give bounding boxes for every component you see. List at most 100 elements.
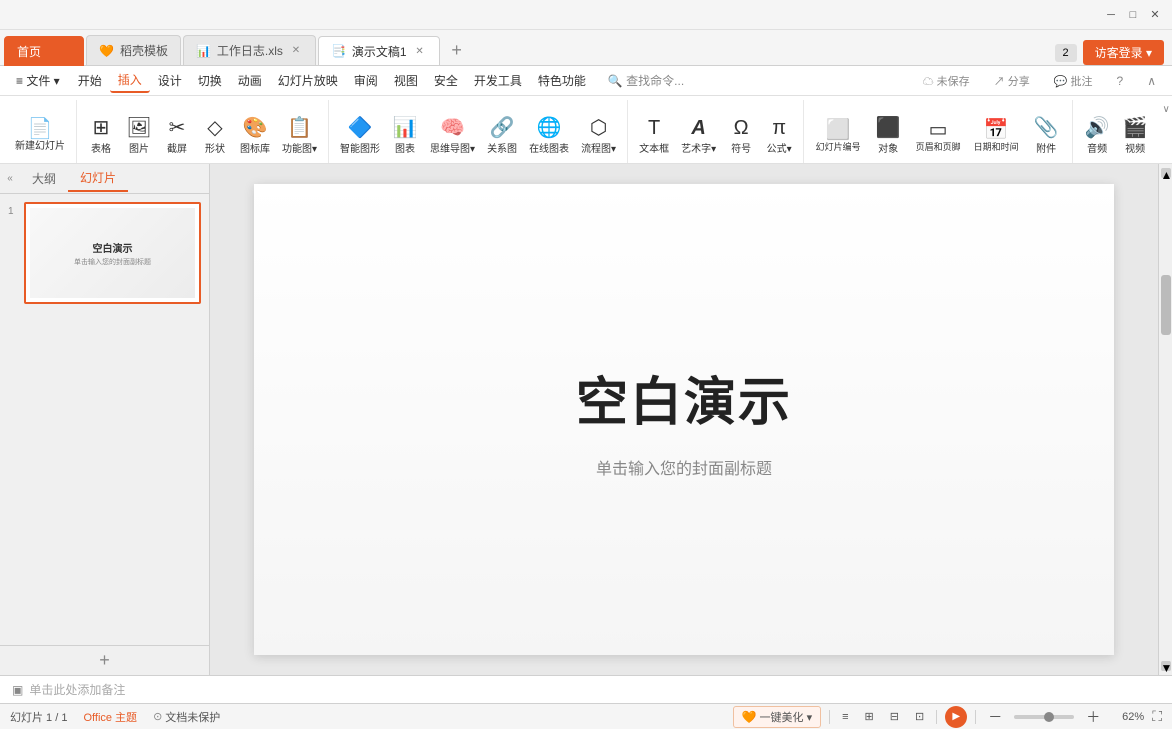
ribbon-icon-lib[interactable]: 🎨 图标库: [235, 109, 275, 163]
play-button[interactable]: ▶: [945, 706, 967, 728]
tab-present[interactable]: 📑 演示文稿1 ✕: [318, 36, 440, 66]
icon-lib-icon: 🎨: [243, 118, 268, 138]
scroll-thumb[interactable]: [1161, 275, 1171, 335]
new-slide-icon: 📄: [28, 119, 53, 139]
maximize-button[interactable]: □: [1124, 6, 1142, 24]
slide-item-1[interactable]: 1 空白演示 单击输入您的封面副标题: [24, 202, 201, 312]
menu-start[interactable]: 开始: [70, 69, 110, 92]
ribbon-video-label: 视频: [1125, 140, 1145, 155]
ribbon-new-slide[interactable]: 📄 新建幻灯片: [10, 109, 70, 163]
menu-help[interactable]: ?: [1109, 71, 1132, 91]
tab-template-icon: 🧡: [99, 44, 114, 58]
menu-collapse[interactable]: ∧: [1139, 71, 1164, 91]
status-bar: 幻灯片 1 / 1 Office 主题 ⊙ 文档未保护 🧡 一键美化 ▾ ≡ ⊞…: [0, 703, 1172, 729]
ribbon-screenshot-label: 截屏: [167, 140, 187, 155]
ribbon-text-box[interactable]: T 文本框: [634, 109, 674, 163]
scroll-track[interactable]: [1159, 178, 1172, 661]
panel-collapse-btn[interactable]: «: [0, 169, 20, 189]
text-box-icon: T: [648, 118, 660, 138]
ribbon-video[interactable]: 🎬 视频: [1117, 109, 1153, 163]
layout-grid2-btn[interactable]: ⊟: [886, 709, 903, 724]
menu-security[interactable]: 安全: [426, 69, 466, 92]
ribbon-date-time[interactable]: 📅 日期和时间: [968, 109, 1024, 163]
close-button[interactable]: ✕: [1146, 6, 1164, 24]
menu-search[interactable]: 🔍 查找命令...: [600, 69, 692, 92]
ribbon-screenshot[interactable]: ✂ 截屏: [159, 109, 195, 163]
online-chart-icon: 🌐: [537, 118, 562, 138]
object-icon: ⬛: [876, 118, 901, 138]
slide-thumb-1[interactable]: 空白演示 单击输入您的封面副标题: [24, 202, 201, 304]
menu-view[interactable]: 视图: [386, 69, 426, 92]
menu-comment[interactable]: 💬 批注: [1046, 70, 1101, 92]
tab-excel[interactable]: 📊 工作日志.xls ✕: [183, 35, 316, 65]
ribbon-attachment[interactable]: 📎 附件: [1026, 109, 1066, 163]
ribbon-object[interactable]: ⬛ 对象: [868, 109, 908, 163]
screenshot-icon: ✂: [169, 118, 186, 138]
ribbon-online-chart[interactable]: 🌐 在线图表: [524, 109, 574, 163]
login-button[interactable]: 访客登录 ▾: [1083, 40, 1164, 65]
notification-button[interactable]: 2: [1055, 44, 1077, 62]
slide-panel-tabs: « 大纲 幻灯片: [0, 164, 209, 194]
security-area[interactable]: ⊙ 文档未保护: [153, 709, 220, 725]
tab-present-label: 演示文稿1: [352, 43, 407, 60]
menu-insert[interactable]: 插入: [110, 68, 150, 93]
minimize-button[interactable]: ─: [1102, 6, 1120, 24]
layout-grid3-btn[interactable]: ⊡: [911, 709, 928, 724]
add-slide-button[interactable]: +: [0, 645, 209, 675]
menu-share[interactable]: ↗ 分享: [986, 70, 1038, 92]
ribbon-art-text[interactable]: A 艺术字▾: [676, 109, 721, 163]
ribbon-mind-map[interactable]: 🧠 思维导图▾: [425, 109, 480, 163]
menu-design[interactable]: 设计: [150, 69, 190, 92]
menu-special[interactable]: 特色功能: [530, 69, 594, 92]
ribbon-chart[interactable]: 📊 图表: [387, 109, 423, 163]
zoom-thumb[interactable]: [1044, 712, 1054, 722]
beautify-btn[interactable]: 🧡 一键美化 ▾: [733, 706, 822, 728]
date-time-icon: 📅: [984, 120, 1009, 140]
zoom-plus[interactable]: ＋: [1082, 706, 1104, 728]
scroll-down-btn[interactable]: ▼: [1161, 661, 1171, 671]
ribbon-image[interactable]: 🖼 图片: [121, 109, 157, 163]
ribbon-audio[interactable]: 🔊 音频: [1079, 109, 1115, 163]
notes-bar[interactable]: ▣ 单击此处添加备注: [0, 675, 1172, 703]
menu-file[interactable]: ≡ 文件 ▾: [8, 69, 68, 92]
tab-add-button[interactable]: +: [442, 35, 472, 65]
ribbon-slide-num[interactable]: ⬜ 幻灯片编号: [810, 109, 866, 163]
main-area: « 大纲 幻灯片 1 空白演示 单击输入您的封面副标题 + 空白演示 单击输入您…: [0, 164, 1172, 675]
zoom-minus[interactable]: －: [984, 706, 1006, 728]
tab-present-close[interactable]: ✕: [413, 44, 427, 58]
tab-template[interactable]: 🧡 稻壳模板: [86, 35, 181, 65]
tab-home[interactable]: 首页: [4, 36, 84, 66]
tab-excel-close[interactable]: ✕: [289, 44, 303, 58]
layout-grid1-btn[interactable]: ⊞: [861, 709, 878, 724]
ribbon-flow-chart[interactable]: ⬡ 流程图▾: [576, 109, 621, 163]
scroll-up-btn[interactable]: ▲: [1161, 168, 1171, 178]
status-divider-2: [936, 710, 937, 724]
menu-save-status[interactable]: ☁ 未保存: [915, 70, 978, 92]
slide-preview-sub-1: 单击输入您的封面副标题: [74, 257, 151, 267]
ribbon-expand-btn[interactable]: ∨: [1159, 102, 1172, 116]
fullscreen-button[interactable]: ⛶: [1152, 708, 1162, 725]
menu-dev[interactable]: 开发工具: [466, 69, 530, 92]
ribbon-header-footer[interactable]: ▭ 页眉和页脚: [910, 109, 966, 163]
menu-slideshow[interactable]: 幻灯片放映: [270, 69, 346, 92]
right-scrollbar[interactable]: ▲ ▼: [1158, 164, 1172, 675]
ribbon-smart-shape[interactable]: 🔷 智能图形: [335, 109, 385, 163]
zoom-slider[interactable]: [1014, 715, 1074, 719]
ribbon-symbol[interactable]: Ω 符号: [723, 109, 759, 163]
layout-list-btn[interactable]: ≡: [838, 710, 852, 724]
menu-animation[interactable]: 动画: [230, 69, 270, 92]
ribbon-relation-chart[interactable]: 🔗 关系图: [482, 109, 522, 163]
ribbon-table[interactable]: ⊞ 表格: [83, 109, 119, 163]
slide-canvas[interactable]: 空白演示 单击输入您的封面副标题: [254, 184, 1114, 655]
ribbon-function-chart[interactable]: 📋 功能图▾: [277, 109, 322, 163]
status-divider-1: [829, 710, 830, 724]
menu-review[interactable]: 审阅: [346, 69, 386, 92]
menu-transition[interactable]: 切换: [190, 69, 230, 92]
panel-tab-outline[interactable]: 大纲: [20, 166, 68, 191]
panel-tab-slides[interactable]: 幻灯片: [68, 165, 128, 192]
tab-excel-label: 工作日志.xls: [217, 42, 283, 59]
ribbon-shape[interactable]: ◇ 形状: [197, 109, 233, 163]
slide-count: 幻灯片 1 / 1: [10, 709, 67, 725]
ribbon-formula[interactable]: π 公式▾: [761, 109, 797, 163]
tab-excel-icon: 📊: [196, 44, 211, 58]
